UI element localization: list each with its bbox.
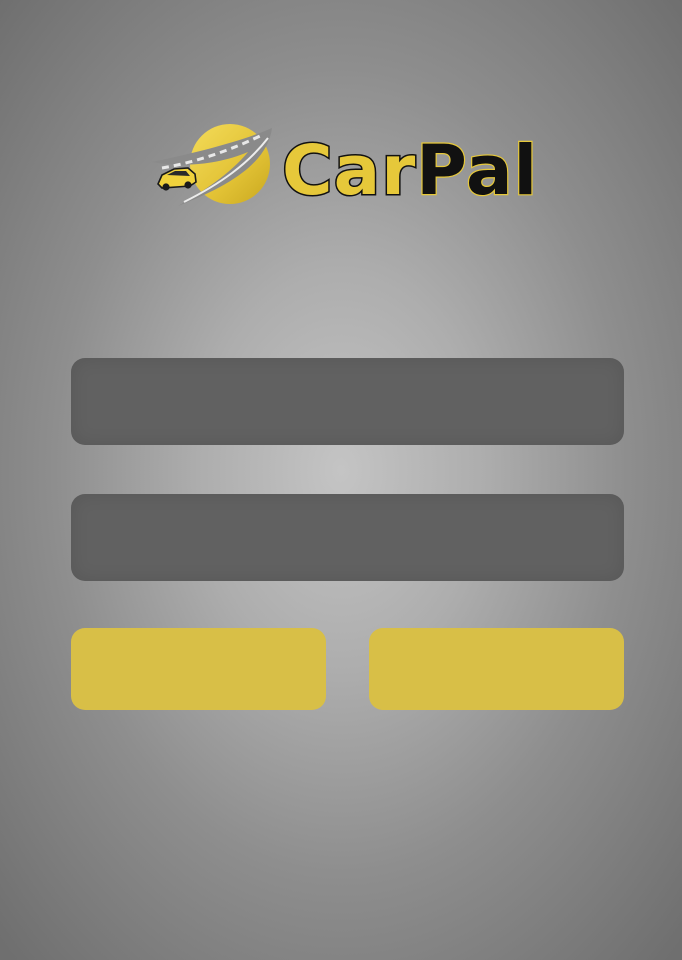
planet-road-car-icon [152, 124, 272, 206]
logo-text-car: Car [282, 131, 416, 210]
logo-text-pal: Pal [416, 131, 538, 210]
text-field-1[interactable] [71, 358, 624, 445]
left-action-button[interactable] [71, 628, 326, 710]
text-field-1-input[interactable] [71, 358, 624, 445]
right-action-button[interactable] [369, 628, 624, 710]
text-field-2[interactable] [71, 494, 624, 581]
logo-text: CarPal [282, 131, 538, 210]
text-field-2-input[interactable] [71, 494, 624, 581]
carpal-logo: CarPal [150, 118, 540, 210]
